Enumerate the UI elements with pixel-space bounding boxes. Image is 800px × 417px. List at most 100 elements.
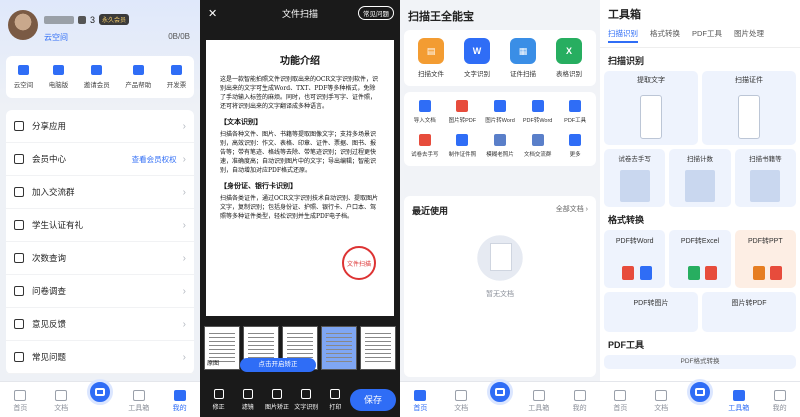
card-pdf2ppt[interactable]: PDF转PPT xyxy=(734,230,796,288)
grid-remove-handwriting[interactable]: 试卷去手写 xyxy=(406,134,444,158)
grid-doc-group[interactable]: 文档交流群 xyxy=(519,134,557,158)
menu-feedback[interactable]: 意见反馈 › xyxy=(6,308,194,341)
quick-label: 产品帮助 xyxy=(125,82,152,89)
tab-docs[interactable]: 文档 xyxy=(646,390,676,413)
menu-student[interactable]: 学生认证有礼 › xyxy=(6,209,194,242)
doc-intro: 这是一款智能拍照文件识别取出来的OCR文字识别软件，识别出来的文字可生成Word… xyxy=(220,76,379,110)
scan-screen: ✕ 文件扫描 常见问题 功能介绍 这是一款智能拍照文件识别取出来的OCR文字识别… xyxy=(200,0,400,417)
menu-label: 问卷调查 xyxy=(32,286,67,296)
tab-home[interactable]: 首页 xyxy=(405,390,435,413)
camera-button[interactable] xyxy=(86,379,113,405)
thumbnail[interactable]: 原图 xyxy=(204,326,240,370)
pdf-format-card[interactable]: PDF格式转换 xyxy=(604,355,796,369)
tool-label: 滤镜 xyxy=(241,405,254,411)
card-remove-handwriting[interactable]: 试卷去手写 xyxy=(604,149,666,207)
quick-invoice[interactable]: 开发票 xyxy=(167,65,186,89)
card-label: 提取文字 xyxy=(637,77,665,84)
tab-mine[interactable]: 我的 xyxy=(765,390,795,413)
tab-format[interactable]: 格式转换 xyxy=(650,28,680,43)
grid-img2word[interactable]: 图片转Word xyxy=(481,100,519,124)
menu-join-group[interactable]: 加入交流群 › xyxy=(6,176,194,209)
grid-pdf-tools[interactable]: PDF工具 xyxy=(556,100,594,124)
grid-label: 图片转PDF xyxy=(448,118,477,124)
menu-usage[interactable]: 次数查询 › xyxy=(6,242,194,275)
tab-image[interactable]: 图片处理 xyxy=(734,28,764,43)
chevron-right-icon: › xyxy=(182,285,186,297)
tab-mine[interactable]: 我的 xyxy=(565,390,595,413)
tab-label: 文档 xyxy=(454,405,469,412)
card-label: PDF转PPT xyxy=(748,238,783,245)
thumbnail-selected[interactable] xyxy=(321,326,357,370)
menu-share-app[interactable]: 分享应用 › xyxy=(6,110,194,143)
tab-home[interactable]: 首页 xyxy=(605,390,635,413)
card-img2pdf[interactable]: 图片转PDF xyxy=(702,292,796,332)
menu-faq[interactable]: 常见问题 › xyxy=(6,341,194,374)
feature-text-ocr[interactable]: W 文字识别 xyxy=(464,38,490,78)
word-icon: W xyxy=(464,38,490,64)
chevron-right-icon: › xyxy=(182,186,186,198)
feature-id-scan[interactable]: ▦ 证件扫描 xyxy=(510,38,536,78)
card-pdf2excel[interactable]: PDF转Excel xyxy=(669,230,731,288)
member-link[interactable]: 查看会员权权 xyxy=(132,154,177,165)
grid-img2pdf[interactable]: 图片转PDF xyxy=(444,100,482,124)
tab-toolbox[interactable]: 工具箱 xyxy=(524,390,554,413)
section-title: 格式转换 xyxy=(608,215,645,225)
tab-pdf-tools[interactable]: PDF工具 xyxy=(692,28,722,43)
tool-print[interactable]: 打印 xyxy=(321,389,350,411)
tab-toolbox[interactable]: 工具箱 xyxy=(124,390,154,413)
enable-correction-button[interactable]: 点击开启矫正 xyxy=(240,358,316,372)
scan-cards-2: 试卷去手写 扫描计数 扫描书籍等 xyxy=(600,149,800,207)
card-pdf2word[interactable]: PDF转Word xyxy=(604,230,666,288)
exam-illustration xyxy=(619,170,650,202)
quick-pc[interactable]: 电脑版 xyxy=(49,65,68,89)
grid-import[interactable]: 导入文档 xyxy=(406,100,444,124)
tool-ocr[interactable]: 文字识别 xyxy=(292,389,321,411)
feature-scan-file[interactable]: ▤ 扫描文件 xyxy=(418,38,444,78)
edit-icon xyxy=(213,389,224,399)
quick-cloud[interactable]: 云空间 xyxy=(14,65,33,89)
tab-home[interactable]: 首页 xyxy=(5,390,35,413)
tool-label: 修正 xyxy=(212,405,225,411)
thumbnail[interactable] xyxy=(360,326,396,370)
menu-survey[interactable]: 问卷调查 › xyxy=(6,275,194,308)
grid-label: 文档交流群 xyxy=(523,152,552,158)
card-scan-book[interactable]: 扫描书籍等 xyxy=(734,149,796,207)
tool-filter[interactable]: 滤镜 xyxy=(233,389,262,411)
tab-docs[interactable]: 文档 xyxy=(446,390,476,413)
scan-toolbar: 修正 滤镜 图片矫正 文字识别 打印 保存 xyxy=(200,383,400,417)
tab-mine[interactable]: 我的 xyxy=(165,390,195,413)
quick-invite[interactable]: 邀请会员 xyxy=(84,65,110,89)
menu-label: 次数查询 xyxy=(32,253,67,263)
menu-label: 加入交流群 xyxy=(32,187,75,197)
tab-docs[interactable]: 文档 xyxy=(46,390,76,413)
faq-icon xyxy=(14,352,24,362)
grid-more[interactable]: 更多 xyxy=(556,134,594,158)
grid-label: 制作证件照 xyxy=(448,152,477,158)
faq-button[interactable]: 常见问题 xyxy=(358,6,394,20)
grid-pdf2word[interactable]: PDF转Word xyxy=(519,100,557,124)
tab-label: 文档 xyxy=(54,405,69,412)
share-icon xyxy=(14,121,24,131)
tab-toolbox[interactable]: 工具箱 xyxy=(724,390,754,413)
quick-help[interactable]: 产品帮助 xyxy=(125,65,151,89)
doc-section-text: 扫描各种文件、图片、书籍等提取图像文字；支持多场景识别，高效识别：作文、表格、印… xyxy=(220,131,377,174)
photo-icon xyxy=(493,134,506,146)
tab-scan-ocr[interactable]: 扫描识别 xyxy=(608,28,638,43)
card-pdf2img[interactable]: PDF转图片 xyxy=(604,292,698,332)
card-extract-text[interactable]: 提取文字 xyxy=(604,71,698,145)
card-scan-id[interactable]: 扫描证件 xyxy=(702,71,796,145)
grid-old-photo[interactable]: 模糊老照片 xyxy=(481,134,519,158)
menu-member-center[interactable]: 会员中心 查看会员权权 › xyxy=(6,143,194,176)
feature-table-ocr[interactable]: X 表格识别 xyxy=(556,38,582,78)
tool-correct[interactable]: 图片矫正 xyxy=(262,389,291,411)
all-docs-link[interactable]: 全部文档 › xyxy=(556,204,588,217)
grid-id-photo[interactable]: 制作证件照 xyxy=(444,134,482,158)
avatar[interactable] xyxy=(8,10,38,40)
tool-fix[interactable]: 修正 xyxy=(204,389,233,411)
save-button[interactable]: 保存 xyxy=(350,389,397,411)
camera-button[interactable] xyxy=(686,379,713,405)
card-count[interactable]: 扫描计数 xyxy=(669,149,731,207)
cloud-label[interactable]: 云空间 xyxy=(44,32,68,43)
close-icon[interactable]: ✕ xyxy=(208,7,217,20)
camera-button[interactable] xyxy=(486,379,513,405)
